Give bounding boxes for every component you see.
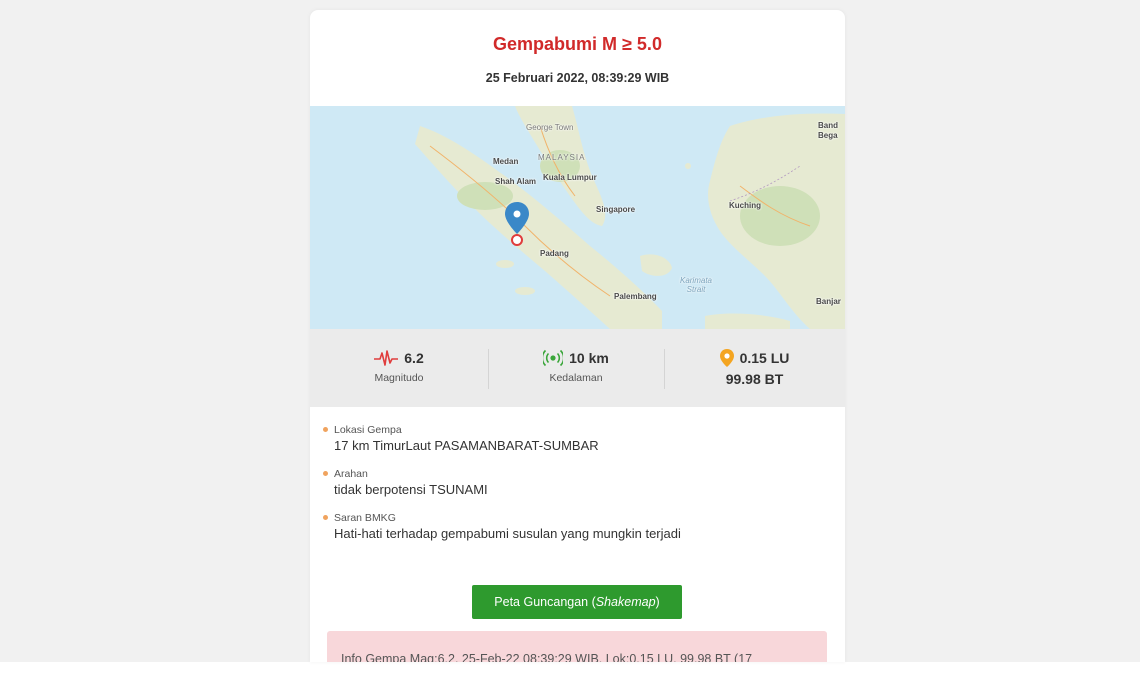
depth-signal-icon bbox=[541, 349, 565, 370]
shakemap-button-label-end: ) bbox=[655, 595, 660, 609]
depth-label: Kedalaman bbox=[549, 372, 603, 384]
info-message-box: Info Gempa Mag:6.2, 25-Feb-22 08:39:29 W… bbox=[327, 631, 827, 662]
quake-stats: 6.2 Magnitudo 10 km Kedalaman 0.15 LU 99… bbox=[310, 329, 845, 407]
map-label-band: Band bbox=[818, 121, 838, 130]
epicenter-marker[interactable] bbox=[511, 234, 523, 246]
depth-value: 10 km bbox=[569, 350, 609, 367]
map-label-kuala-lumpur: Kuala Lumpur bbox=[543, 173, 597, 182]
map-label-palembang: Palembang bbox=[614, 292, 657, 301]
detail-label: Lokasi Gempa bbox=[334, 424, 402, 436]
detail-label: Arahan bbox=[334, 468, 368, 480]
carousel-nav: PreviousNext bbox=[0, 665, 1140, 686]
longitude-value: 99.98 BT bbox=[725, 371, 784, 387]
seismograph-icon bbox=[374, 349, 399, 370]
epicenter-map[interactable]: George Town MALAYSIA Medan Shah Alam Kua… bbox=[310, 106, 845, 329]
backdrop-right bbox=[893, 0, 1140, 686]
detail-value: tidak berpotensi TSUNAMI bbox=[334, 482, 488, 497]
previous-link[interactable]: Previous bbox=[516, 665, 586, 685]
latitude-value: 0.15 LU bbox=[739, 350, 790, 367]
shakemap-button[interactable]: Peta Guncangan (Shakemap) bbox=[472, 585, 682, 619]
quake-details: Lokasi Gempa 17 km TimurLaut PASAMANBARA… bbox=[323, 423, 833, 555]
detail-advice: Saran BMKG Hati-hati terhadap gempabumi … bbox=[323, 511, 833, 543]
magnitude-stat: 6.2 Magnitudo bbox=[310, 329, 488, 407]
detail-value: 17 km TimurLaut PASAMANBARAT-SUMBAR bbox=[334, 438, 599, 453]
map-label-shah-alam: Shah Alam bbox=[495, 177, 537, 186]
shakemap-button-italic: Shakemap bbox=[595, 595, 656, 609]
magnitude-value: 6.2 bbox=[404, 350, 424, 367]
backdrop-left bbox=[0, 0, 262, 686]
earthquake-card: Gempabumi M ≥ 5.0 25 Februari 2022, 08:3… bbox=[310, 10, 845, 662]
magnitude-label: Magnitudo bbox=[374, 372, 424, 384]
next-link[interactable]: Next bbox=[587, 665, 624, 685]
detail-directive: Arahan tidak berpotensi TSUNAMI bbox=[323, 467, 833, 499]
location-stat: 0.15 LU 99.98 BT bbox=[664, 329, 845, 407]
map-label-medan: Medan bbox=[493, 157, 519, 166]
detail-location: Lokasi Gempa 17 km TimurLaut PASAMANBARA… bbox=[323, 423, 833, 455]
bullet-icon bbox=[323, 471, 328, 476]
map-label-banjar: Banjar bbox=[816, 297, 841, 306]
bullet-icon bbox=[323, 515, 328, 520]
map-label-malaysia: MALAYSIA bbox=[538, 153, 586, 162]
event-datetime: 25 Februari 2022, 08:39:29 WIB bbox=[485, 71, 670, 85]
map-label-bega: Bega bbox=[818, 131, 838, 140]
map-label-karimata-strait: Karimata Strait bbox=[679, 276, 712, 294]
map-label-kuching: Kuching bbox=[729, 201, 761, 210]
bullet-icon bbox=[323, 427, 328, 432]
map-label-singapore: Singapore bbox=[596, 205, 636, 214]
map-label-george-town: George Town bbox=[526, 123, 574, 132]
detail-value: Hati-hati terhadap gempabumi susulan yan… bbox=[334, 526, 681, 541]
detail-label: Saran BMKG bbox=[334, 512, 396, 524]
depth-stat: 10 km Kedalaman bbox=[488, 329, 664, 407]
shakemap-button-label: Peta Guncangan ( bbox=[494, 595, 596, 609]
map-marker-icon bbox=[719, 349, 734, 370]
info-message-text: Info Gempa Mag:6.2, 25-Feb-22 08:39:29 W… bbox=[341, 652, 753, 662]
map-label-padang: Padang bbox=[540, 249, 569, 258]
card-title: Gempabumi M ≥ 5.0 bbox=[493, 34, 662, 54]
map-graphic bbox=[310, 106, 845, 329]
